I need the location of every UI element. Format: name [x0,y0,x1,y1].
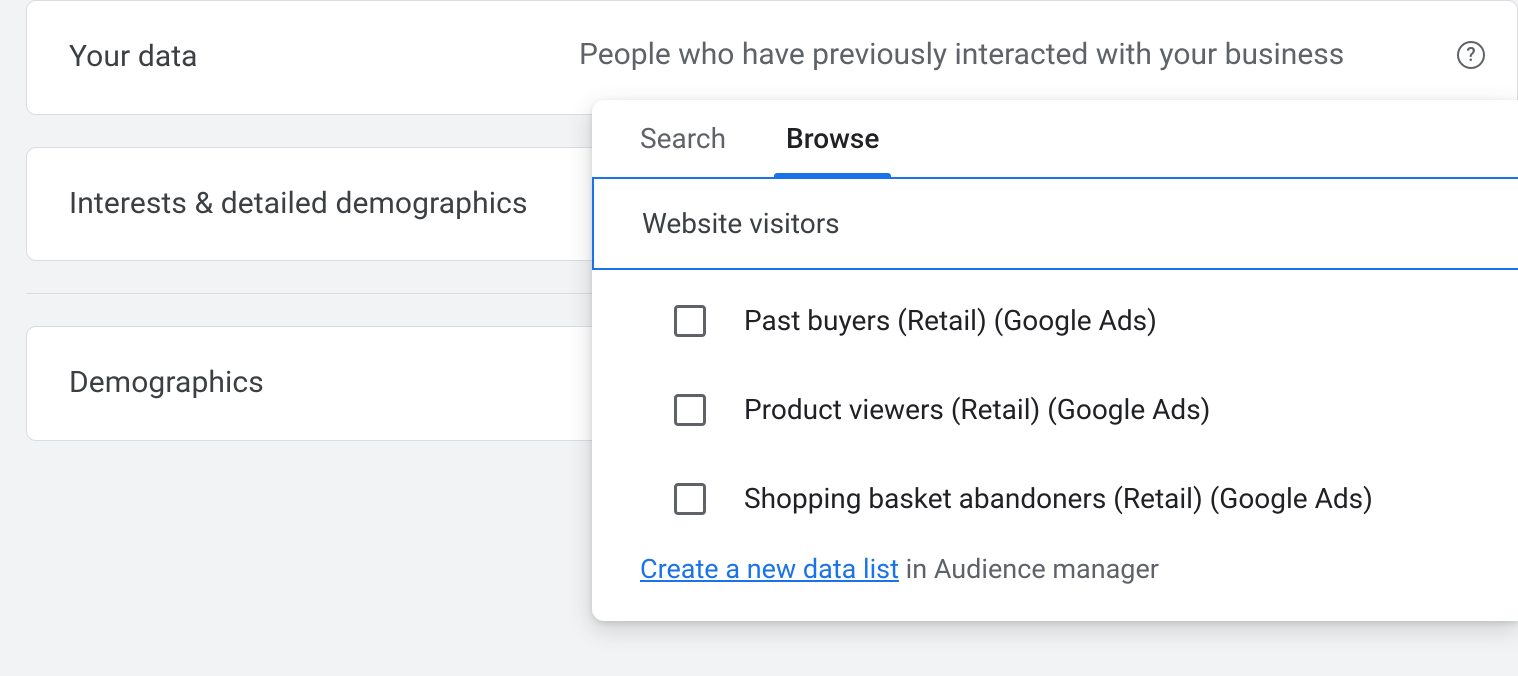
checkbox-icon[interactable] [674,394,706,426]
card-your-data-desc: People who have previously interacted wi… [579,37,1475,72]
help-icon[interactable]: ? [1457,41,1485,69]
option-list: Past buyers (Retail) (Google Ads) Produc… [592,270,1518,543]
checkbox-icon[interactable] [674,305,706,337]
footer-suffix: in Audience manager [899,553,1159,585]
tab-search[interactable]: Search [640,122,726,177]
group-header-website-visitors[interactable]: Website visitors [592,177,1518,270]
tab-browse[interactable]: Browse [786,122,879,177]
card-your-data[interactable]: Your data People who have previously int… [26,0,1518,115]
card-interests-label: Interests & detailed demographics [69,184,579,225]
tabs: Search Browse [592,100,1518,178]
checkbox-icon[interactable] [674,483,706,515]
option-label: Past buyers (Retail) (Google Ads) [744,304,1157,337]
option-product-viewers[interactable]: Product viewers (Retail) (Google Ads) [592,365,1518,454]
your-data-popover: Search Browse Website visitors Past buye… [592,100,1518,621]
option-label: Shopping basket abandoners (Retail) (Goo… [744,482,1373,515]
card-demographics-label: Demographics [69,363,579,404]
option-past-buyers[interactable]: Past buyers (Retail) (Google Ads) [592,276,1518,365]
popover-footer: Create a new data list in Audience manag… [592,543,1518,621]
create-data-list-link[interactable]: Create a new data list [640,553,899,585]
card-your-data-label: Your data [69,37,579,78]
option-label: Product viewers (Retail) (Google Ads) [744,393,1210,426]
option-basket-abandoners[interactable]: Shopping basket abandoners (Retail) (Goo… [592,454,1518,543]
card-your-data-desc-text: People who have previously interacted wi… [579,37,1344,72]
